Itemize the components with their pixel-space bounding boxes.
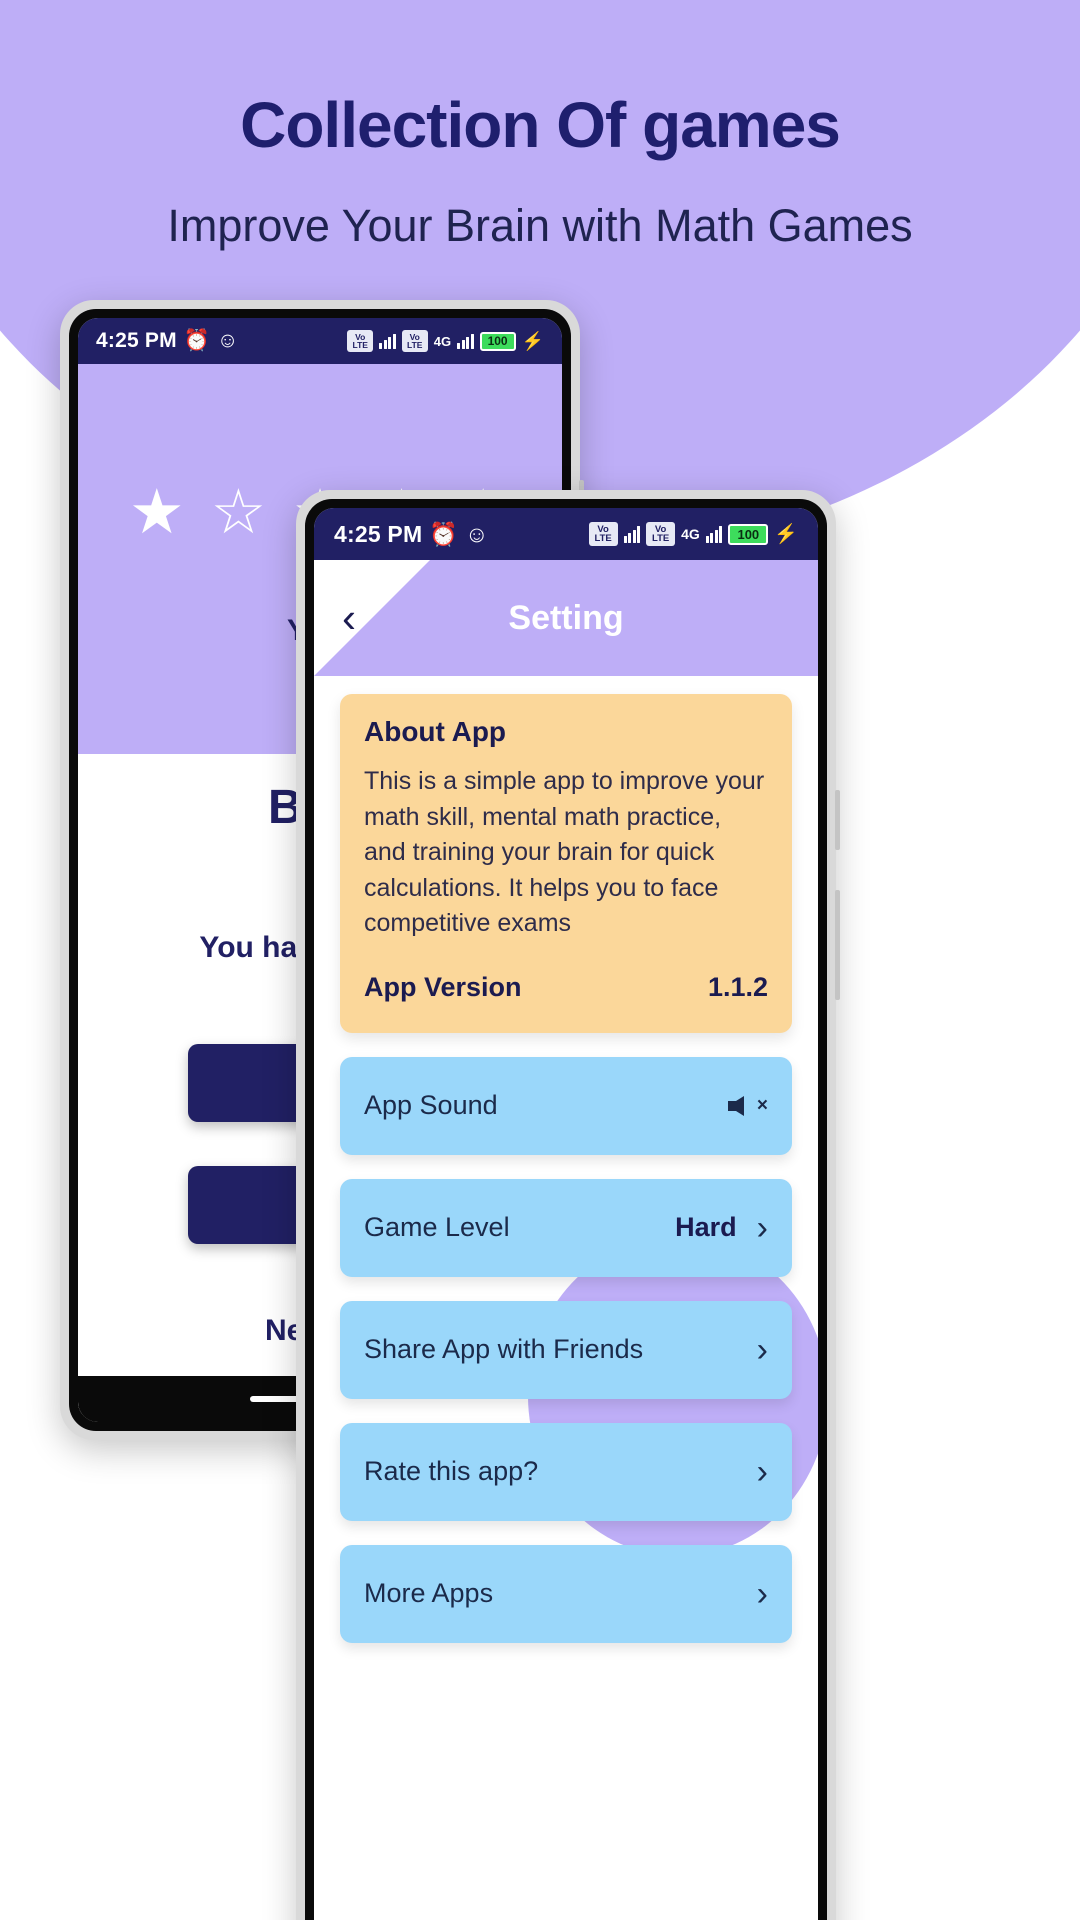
battery-icon-front: 100 — [728, 523, 769, 545]
chevron-left-icon[interactable]: ‹ — [342, 597, 406, 639]
network-type-label-front: 4G — [681, 526, 700, 542]
signal-bars-icon-front — [623, 525, 641, 543]
about-app-title: About App — [364, 716, 507, 747]
status-time: 4:25 PM — [96, 329, 177, 352]
volte-icon: Vo LTE — [347, 330, 374, 352]
app-bar: ‹ Setting — [314, 560, 818, 676]
chevron-right-icon-share[interactable]: › — [757, 1333, 768, 1367]
battery-icon: 100 — [479, 331, 516, 351]
signal-bars-icon — [379, 333, 396, 349]
chevron-right-icon-game-level[interactable]: › — [757, 1211, 768, 1245]
network-type-label: 4G — [433, 333, 452, 349]
phone-mockup-front: 4:25 PM ⏰ ☺ Vo LTE Vo LTE 4G 100 ⚡ ‹ Set… — [296, 490, 840, 1920]
phone-bezel-front: 4:25 PM ⏰ ☺ Vo LTE Vo LTE 4G 100 ⚡ ‹ Set… — [305, 499, 827, 1920]
about-app-description: This is a simple app to improve your mat… — [364, 767, 765, 937]
setting-label-app-sound: App Sound — [364, 1090, 498, 1120]
setting-label-share-app: Share App with Friends — [364, 1334, 644, 1364]
signal-bars-icon-front-2 — [705, 525, 723, 543]
alarm-icon: ⏰ — [183, 329, 210, 352]
alarm-icon-front: ⏰ — [429, 520, 458, 547]
chevron-right-icon-rate[interactable]: › — [757, 1455, 768, 1489]
volte-icon-front-2: Vo LTE — [646, 522, 676, 546]
screenshot-root: Collection Of games Improve Your Brain w… — [0, 0, 1080, 1920]
volte-icon-2: Vo LTE — [401, 330, 428, 352]
app-version-label: App Version — [364, 971, 522, 1002]
status-time-front: 4:25 PM — [334, 520, 423, 547]
settings-content: About App This is a simple app to improv… — [314, 676, 818, 1643]
emoji-icon: ☺ — [216, 329, 239, 352]
setting-row-app-sound[interactable]: App Sound × — [340, 1056, 792, 1155]
setting-label-rate-app: Rate this app? — [364, 1456, 539, 1486]
page-subtitle: Improve Your Brain with Math Games — [167, 200, 913, 251]
star-1[interactable]: ★ — [129, 482, 185, 544]
status-bar-front: 4:25 PM ⏰ ☺ Vo LTE Vo LTE 4G 100 ⚡ — [314, 508, 818, 560]
about-app-card: About App This is a simple app to improv… — [340, 694, 792, 1033]
signal-bars-icon-2 — [457, 333, 474, 349]
phone-screen-front: 4:25 PM ⏰ ☺ Vo LTE Vo LTE 4G 100 ⚡ ‹ Set… — [314, 508, 818, 1920]
speaker-mute-icon[interactable]: × — [728, 1089, 768, 1123]
game-level-value: Hard — [675, 1212, 737, 1242]
setting-label-more-apps: More Apps — [364, 1578, 494, 1608]
charging-bolt-icon: ⚡ — [521, 330, 544, 351]
page-title: Collection Of games — [240, 89, 841, 161]
emoji-icon-front: ☺ — [464, 520, 489, 547]
setting-label-game-level: Game Level — [364, 1212, 510, 1242]
volte-icon-front: Vo LTE — [588, 522, 618, 546]
chevron-right-icon-more-apps[interactable]: › — [757, 1577, 768, 1611]
setting-row-game-level[interactable]: Game Level Hard › — [340, 1178, 792, 1277]
app-version-row: App Version 1.1.2 — [364, 972, 768, 1029]
status-bar-back: 4:25 PM ⏰ ☺ Vo LTE Vo LTE 4G 100 ⚡ — [78, 318, 562, 364]
setting-row-rate-app[interactable]: Rate this app? › — [340, 1422, 792, 1521]
setting-row-more-apps[interactable]: More Apps › — [340, 1544, 792, 1643]
setting-row-share-app[interactable]: Share App with Friends › — [340, 1300, 792, 1399]
app-version-value: 1.1.2 — [707, 971, 768, 1002]
charging-bolt-icon-front: ⚡ — [774, 524, 798, 545]
star-2[interactable]: ☆ — [211, 482, 267, 544]
